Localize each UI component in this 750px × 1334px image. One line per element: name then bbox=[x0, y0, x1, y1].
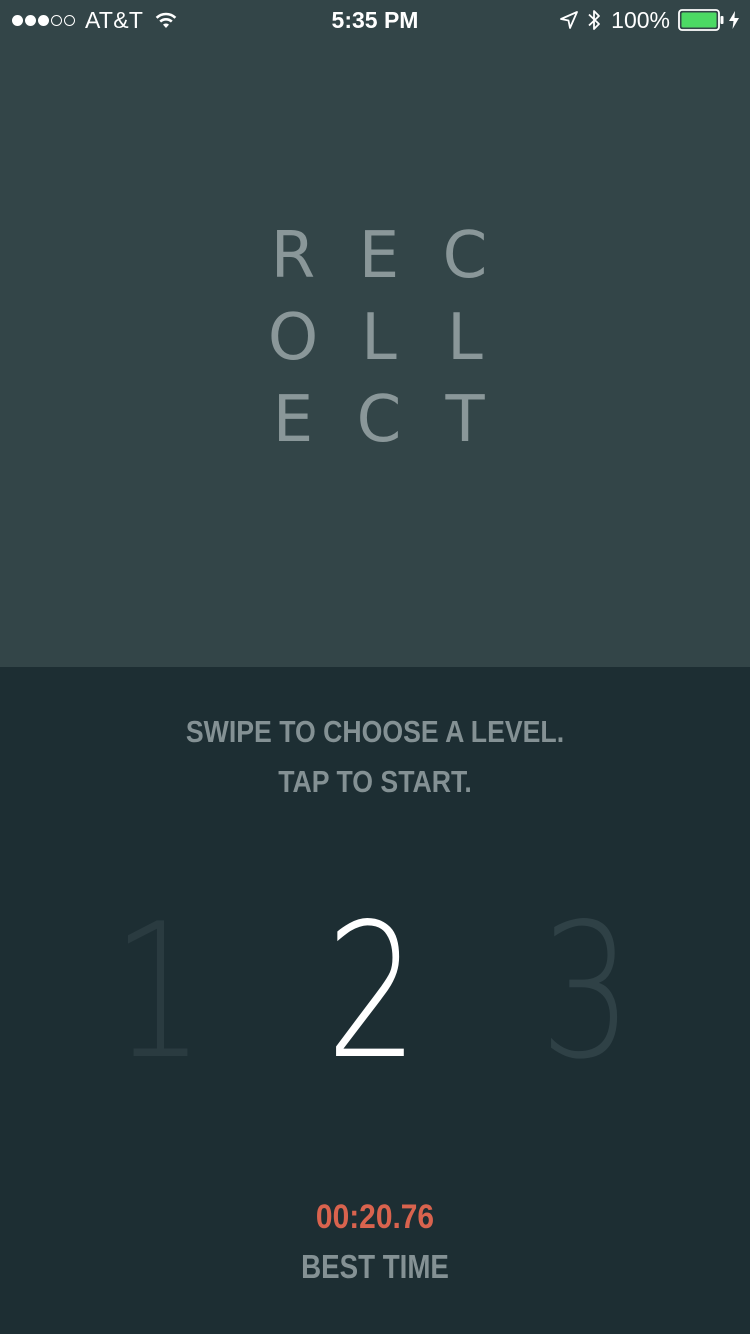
logo-letter: O bbox=[267, 301, 319, 375]
status-right: 100% bbox=[559, 7, 740, 33]
logo-letter: T bbox=[445, 383, 485, 457]
logo-letter: E bbox=[358, 219, 400, 293]
logo-letter: R bbox=[270, 219, 316, 293]
level-number: 2 bbox=[325, 883, 419, 1100]
instructions: SWIPE TO CHOOSE A LEVEL. TAP TO START. bbox=[53, 707, 698, 807]
level-carousel[interactable]: 1 2 3 bbox=[0, 883, 750, 1100]
battery-percentage: 100% bbox=[611, 6, 670, 33]
logo-letter: L bbox=[361, 301, 397, 375]
title-panel: AT&T 5:35 PM 100% R E C O L L E C T bbox=[0, 0, 750, 667]
logo-letter: E bbox=[272, 383, 314, 457]
logo-row: E C T bbox=[250, 379, 510, 461]
app-screen: AT&T 5:35 PM 100% R E C O L L E C T SWIP… bbox=[0, 0, 750, 1334]
app-logo: R E C O L L E C T bbox=[250, 215, 510, 461]
logo-row: O L L bbox=[250, 297, 510, 379]
battery-icon bbox=[678, 9, 724, 31]
logo-letter: C bbox=[442, 219, 488, 293]
best-time-label: BEST TIME bbox=[301, 1248, 449, 1285]
location-arrow-icon bbox=[560, 11, 579, 29]
level-select-panel[interactable]: SWIPE TO CHOOSE A LEVEL. TAP TO START. 1… bbox=[0, 667, 750, 1334]
bluetooth-icon bbox=[588, 10, 601, 30]
level-option-3[interactable]: 3 bbox=[486, 883, 686, 1100]
status-bar: AT&T 5:35 PM 100% bbox=[0, 0, 750, 40]
level-number: 3 bbox=[539, 883, 633, 1100]
level-option-2-selected[interactable]: 2 bbox=[272, 883, 472, 1100]
logo-row: R E C bbox=[250, 215, 510, 297]
instruction-tap: TAP TO START. bbox=[278, 764, 472, 799]
level-option-1[interactable]: 1 bbox=[58, 883, 258, 1100]
charging-bolt-icon bbox=[729, 11, 739, 29]
logo-letter: C bbox=[356, 383, 402, 457]
instruction-swipe: SWIPE TO CHOOSE A LEVEL. bbox=[185, 714, 565, 749]
level-number: 1 bbox=[111, 883, 205, 1100]
best-time-value: 00:20.76 bbox=[315, 1198, 435, 1236]
logo-letter: L bbox=[447, 301, 483, 375]
